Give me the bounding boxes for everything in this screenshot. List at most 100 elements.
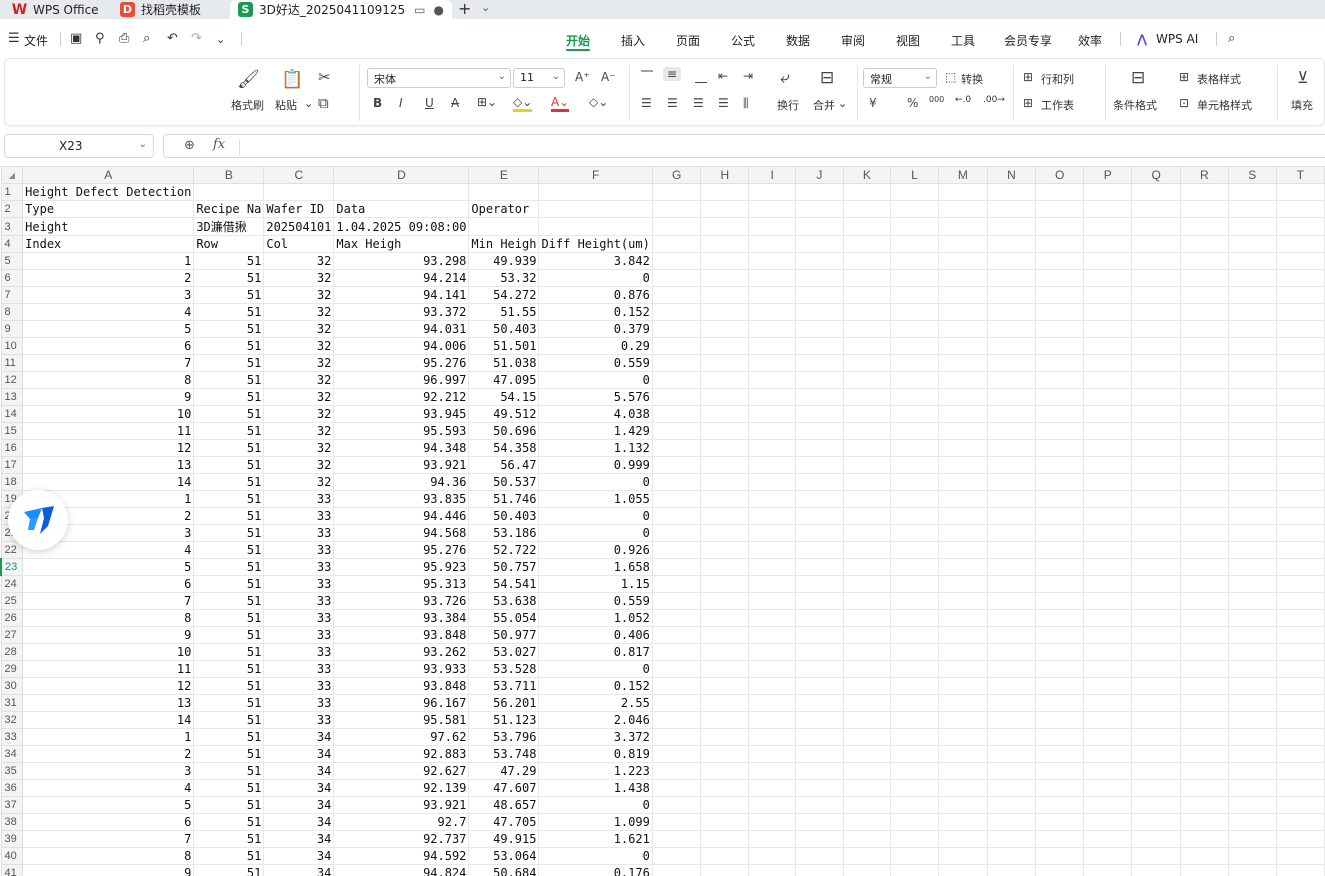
cell[interactable]: [795, 422, 844, 440]
window-icon[interactable]: ▭: [414, 3, 425, 17]
cell[interactable]: [651, 490, 702, 508]
cell[interactable]: [700, 320, 750, 338]
cell[interactable]: [1035, 796, 1085, 814]
cell[interactable]: 50.537: [468, 473, 540, 491]
cell[interactable]: [1275, 728, 1325, 746]
cell[interactable]: 0: [538, 507, 653, 525]
cell[interactable]: 34: [263, 864, 335, 876]
cell[interactable]: [651, 456, 702, 474]
cell[interactable]: [937, 796, 988, 814]
cell[interactable]: [1227, 200, 1277, 218]
cell[interactable]: [986, 711, 1037, 729]
cell[interactable]: [842, 456, 892, 474]
row-header[interactable]: 23: [0, 558, 24, 576]
cell[interactable]: [1083, 405, 1133, 423]
cell[interactable]: [937, 575, 988, 593]
cell[interactable]: [937, 439, 988, 457]
cell[interactable]: [890, 541, 939, 559]
cell[interactable]: [1179, 694, 1229, 712]
cell[interactable]: [1035, 269, 1085, 287]
cell[interactable]: 93.384: [333, 609, 470, 627]
cell[interactable]: 50.696: [468, 422, 540, 440]
cell[interactable]: Min Heigh: [468, 235, 540, 253]
cell[interactable]: 33: [263, 677, 335, 695]
cell[interactable]: [1179, 473, 1229, 491]
cell[interactable]: 32: [263, 252, 335, 270]
cell[interactable]: [842, 711, 892, 729]
cell[interactable]: [1179, 711, 1229, 729]
cell[interactable]: [748, 694, 797, 712]
cell[interactable]: 97.62: [333, 728, 470, 746]
cell[interactable]: [700, 711, 750, 729]
cell[interactable]: Height: [22, 217, 195, 236]
cell[interactable]: [1035, 371, 1085, 389]
cell[interactable]: [651, 269, 702, 287]
cell[interactable]: [1035, 320, 1085, 338]
cell[interactable]: [842, 269, 892, 287]
cell[interactable]: 53.027: [468, 643, 540, 661]
cell[interactable]: [1035, 694, 1085, 712]
row-header[interactable]: 15: [0, 422, 24, 440]
cell[interactable]: [842, 354, 892, 372]
cell[interactable]: [795, 728, 844, 746]
cell[interactable]: 54.541: [468, 575, 540, 593]
cell[interactable]: [795, 643, 844, 661]
cell[interactable]: 32: [263, 405, 335, 423]
cell[interactable]: [1083, 779, 1133, 797]
cell[interactable]: [1083, 796, 1133, 814]
cell[interactable]: [986, 388, 1037, 406]
cell[interactable]: 51: [193, 745, 265, 763]
cell[interactable]: 11: [22, 422, 195, 440]
cell[interactable]: [842, 864, 892, 876]
cell[interactable]: [890, 524, 939, 542]
cell[interactable]: [1035, 643, 1085, 661]
cell[interactable]: [1131, 745, 1181, 763]
cell[interactable]: [842, 609, 892, 627]
cell[interactable]: [700, 269, 750, 287]
cell[interactable]: [748, 847, 797, 865]
cell[interactable]: [842, 592, 892, 610]
cell[interactable]: [1275, 813, 1325, 831]
cell[interactable]: [1275, 456, 1325, 474]
cell[interactable]: [1179, 728, 1229, 746]
cell[interactable]: [1227, 660, 1277, 678]
cell[interactable]: 0: [538, 473, 653, 491]
cell[interactable]: [890, 439, 939, 457]
cell[interactable]: [1179, 541, 1229, 559]
cell[interactable]: [651, 643, 702, 661]
cell[interactable]: [651, 524, 702, 542]
cell[interactable]: [937, 286, 988, 304]
cell[interactable]: 3.842: [538, 252, 653, 270]
cell[interactable]: [700, 847, 750, 865]
cell[interactable]: [986, 456, 1037, 474]
cell[interactable]: [651, 728, 702, 746]
cell[interactable]: [748, 626, 797, 644]
cell[interactable]: [986, 694, 1037, 712]
cell[interactable]: [651, 677, 702, 695]
cell[interactable]: [700, 456, 750, 474]
cell[interactable]: [748, 388, 797, 406]
cell[interactable]: [651, 252, 702, 270]
cut-icon[interactable]: ✂: [318, 68, 331, 86]
cell[interactable]: [842, 762, 892, 780]
column-header[interactable]: P: [1083, 166, 1133, 184]
cell[interactable]: 94.006: [333, 337, 470, 355]
cell[interactable]: [1035, 762, 1085, 780]
cell[interactable]: Type: [22, 200, 195, 218]
cell[interactable]: 51: [193, 490, 265, 508]
cell[interactable]: [333, 183, 470, 201]
cell[interactable]: [748, 490, 797, 508]
cell[interactable]: [748, 337, 797, 355]
cell[interactable]: 53.711: [468, 677, 540, 695]
row-header[interactable]: 4: [0, 235, 24, 253]
cell[interactable]: [1083, 694, 1133, 712]
column-header[interactable]: R: [1179, 166, 1229, 184]
cell[interactable]: 51: [193, 286, 265, 304]
cell[interactable]: [1179, 320, 1229, 338]
cell[interactable]: [700, 388, 750, 406]
cell[interactable]: [748, 592, 797, 610]
cell[interactable]: [1227, 405, 1277, 423]
cell[interactable]: Index: [22, 235, 195, 253]
cell[interactable]: [700, 252, 750, 270]
cell[interactable]: [795, 439, 844, 457]
